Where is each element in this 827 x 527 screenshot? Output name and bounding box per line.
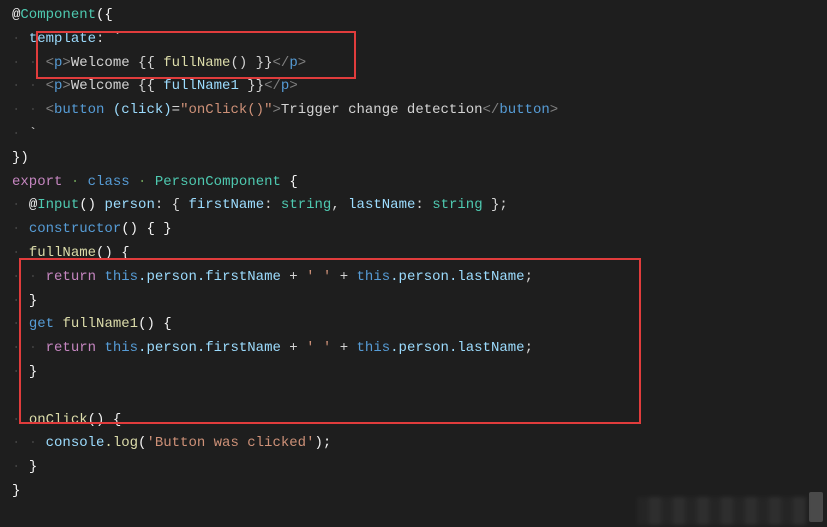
scrollbar-thumb[interactable] — [809, 492, 823, 522]
code-line: · constructor() { } — [0, 218, 827, 242]
code-line: export · class · PersonComponent { — [0, 171, 827, 195]
code-line: · · <p>Welcome {{ fullName1 }}</p> — [0, 75, 827, 99]
code-line: @Component({ — [0, 4, 827, 28]
code-line: · · return this.person.firstName + ' ' +… — [0, 266, 827, 290]
code-line: · fullName() { — [0, 242, 827, 266]
code-line: }) — [0, 147, 827, 171]
code-line: · } — [0, 290, 827, 314]
code-editor[interactable]: @Component({ · template: ` · · <p>Welcom… — [0, 4, 827, 504]
watermark-blur — [637, 497, 807, 525]
code-line: · get fullName1() { — [0, 313, 827, 337]
code-line: · } — [0, 456, 827, 480]
code-line: · @Input() person: { firstName: string, … — [0, 194, 827, 218]
code-line: · · console.log('Button was clicked'); — [0, 432, 827, 456]
code-line: · · <button (click)="onClick()">Trigger … — [0, 99, 827, 123]
code-line — [0, 385, 827, 409]
code-line: · template: ` — [0, 28, 827, 52]
code-line: · · return this.person.firstName + ' ' +… — [0, 337, 827, 361]
code-line: · } — [0, 361, 827, 385]
code-line: · ` — [0, 123, 827, 147]
code-line: · onClick() { — [0, 409, 827, 433]
code-line: · · <p>Welcome {{ fullName() }}</p> — [0, 52, 827, 76]
